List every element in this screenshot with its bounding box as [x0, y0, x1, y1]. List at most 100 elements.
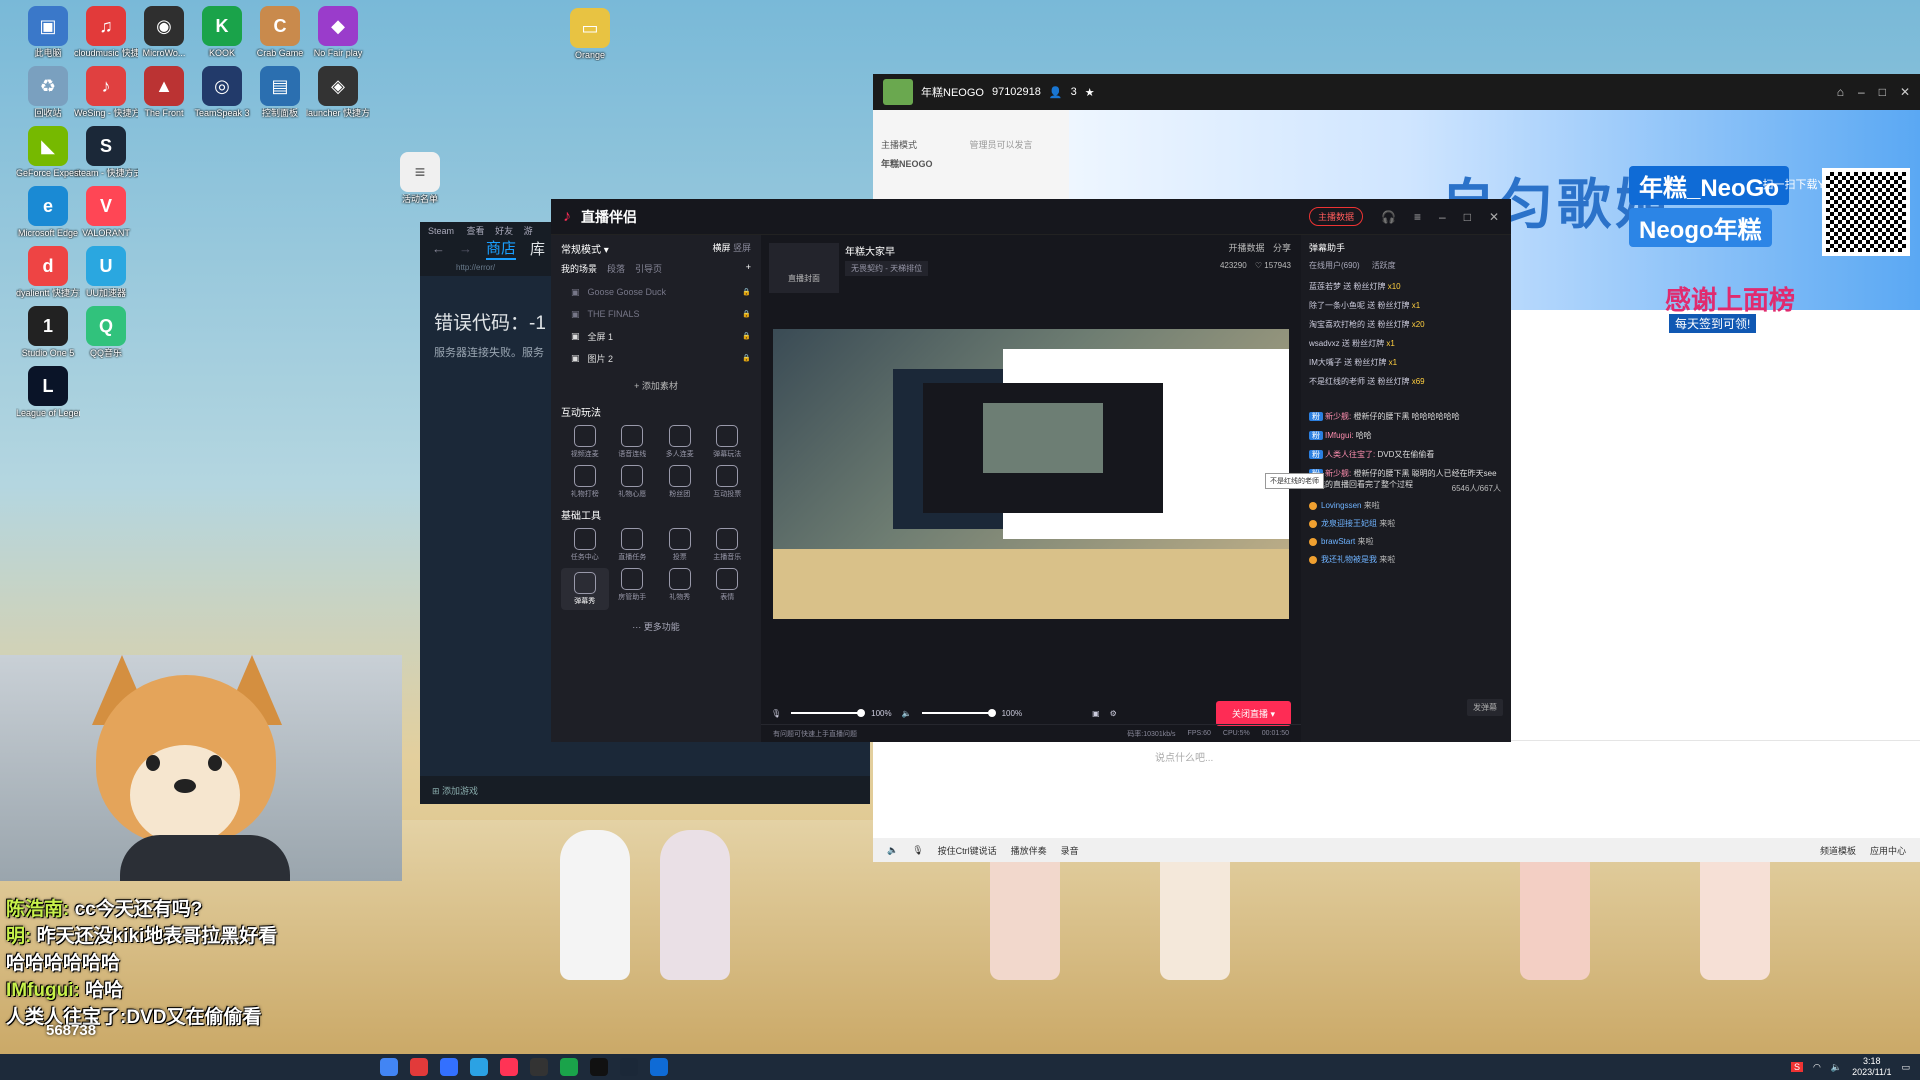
tool-button[interactable]: 弹幕玩法	[704, 425, 752, 459]
tab-my-scenes[interactable]: 我的场景	[561, 262, 597, 275]
minimize-icon[interactable]: –	[1858, 85, 1865, 99]
speaker-icon[interactable]: 🔈	[887, 845, 898, 856]
enter-user[interactable]: 我还礼物被是我	[1321, 555, 1379, 564]
message-input[interactable]: 说点什么吧...	[1069, 740, 1920, 838]
share-button[interactable]: 分享	[1273, 243, 1291, 253]
desktop-icon[interactable]: K KOOK	[190, 6, 254, 59]
tool-button[interactable]: 语音连线	[609, 425, 657, 459]
room-title[interactable]: 年糕大家早	[845, 243, 895, 258]
tool-button[interactable]: 表情	[704, 568, 752, 610]
speaker-slider[interactable]	[921, 709, 996, 717]
tab-online-users[interactable]: 在线用户(690)	[1309, 260, 1360, 271]
desktop-icon[interactable]: ◣ GeForce Experience	[16, 126, 80, 179]
music-button[interactable]: 播放伴奏	[1011, 844, 1047, 857]
mic-icon[interactable]: 🎙	[912, 845, 923, 856]
mode-label[interactable]: 主播模式	[881, 140, 917, 150]
desktop-icon[interactable]: ♫ cloudmusic 快捷方式	[74, 6, 138, 59]
steam-icon[interactable]	[620, 1058, 638, 1076]
tool-button[interactable]: 任务中心	[561, 528, 609, 562]
tool-button[interactable]: 互动投票	[704, 465, 752, 499]
desktop-icon[interactable]: ◈ launcher 快捷方式	[306, 66, 370, 119]
mic-slider-knob[interactable]	[857, 709, 866, 717]
record-button[interactable]: 录音	[1061, 844, 1079, 857]
desktop-icon[interactable]: ♻ 回收站	[16, 66, 80, 119]
forward-arrow-icon[interactable]: →	[459, 241, 472, 256]
source-item[interactable]: ▣ THE FINALS 🔒	[561, 303, 751, 325]
minimize-icon[interactable]: –	[1439, 210, 1446, 224]
stream-preview[interactable]	[773, 329, 1289, 619]
desktop-text-file[interactable]: ≡ 活动名单	[388, 152, 452, 205]
tool-button[interactable]: 视频连麦	[561, 425, 609, 459]
desktop-icon[interactable]: ◎ TeamSpeak 3	[190, 66, 254, 119]
ptt-toggle[interactable]: 按住Ctrl键说话	[938, 844, 997, 857]
close-icon[interactable]: ✕	[1489, 210, 1499, 224]
chat-user[interactable]: 新少舰:	[1325, 469, 1353, 478]
kook-icon[interactable]	[560, 1058, 578, 1076]
netease-music-icon[interactable]	[410, 1058, 428, 1076]
desktop-icon[interactable]: e Microsoft Edge	[16, 186, 80, 239]
desktop-icon[interactable]: U UU加速器	[74, 246, 138, 299]
tab-store[interactable]: 商店	[486, 237, 517, 260]
template-button[interactable]: 频道模板	[1820, 844, 1856, 857]
desktop-icon[interactable]: 1 Studio One 5	[16, 306, 80, 359]
sub-channel[interactable]: 年糕NEOGO	[881, 157, 1061, 170]
tool-button[interactable]: 房管助手	[609, 568, 657, 610]
send-danmaku-button[interactable]: 发弹幕	[1467, 699, 1503, 716]
desktop-icon[interactable]: Q QQ音乐	[74, 306, 138, 359]
source-item[interactable]: ▣ Goose Goose Duck 🔒	[561, 281, 751, 303]
stop-live-button[interactable]: 关闭直播 ▾	[1215, 700, 1291, 726]
wesing-icon[interactable]	[500, 1058, 518, 1076]
chat-user[interactable]: IMfugui:	[1325, 431, 1356, 440]
lock-icon[interactable]: 🔒	[742, 310, 751, 318]
add-scene-icon[interactable]: +	[746, 262, 751, 275]
streamer-data-button[interactable]: 主播数据	[1309, 207, 1364, 226]
tool-button[interactable]: 弹幕秀	[561, 568, 609, 610]
enter-user[interactable]: brawStart	[1321, 537, 1357, 546]
volume-icon[interactable]: 🔈	[1831, 1062, 1842, 1073]
tool-button[interactable]: 礼物心愿	[609, 465, 657, 499]
tab-guide[interactable]: 引导页	[635, 262, 662, 275]
tool-button[interactable]: 多人连麦	[656, 425, 704, 459]
chrome-icon[interactable]	[380, 1058, 398, 1076]
maximize-icon[interactable]: □	[1464, 210, 1471, 224]
source-item[interactable]: ▣ 图片 2 🔒	[561, 347, 751, 369]
lock-icon[interactable]: 🔒	[742, 332, 751, 340]
cover-upload[interactable]: 直播封面	[769, 243, 839, 293]
chat-user[interactable]: 人类人往宝了:	[1325, 450, 1377, 459]
desktop-icon[interactable]: d dyalientt 快捷方式	[16, 246, 80, 299]
douyin-icon[interactable]	[590, 1058, 608, 1076]
desktop-icon[interactable]: ♪ WeSing - 快捷方式	[74, 66, 138, 119]
settings-icon[interactable]: ⚙	[1110, 709, 1117, 718]
add-game-button[interactable]: ⊞ 添加游戏	[420, 776, 870, 804]
desktop-icon[interactable]: ◆ No Fair play	[306, 6, 370, 59]
desktop-icon[interactable]: ◉ MicroWo...	[132, 6, 196, 59]
tool-button[interactable]: 粉丝团	[656, 465, 704, 499]
close-icon[interactable]: ✕	[1900, 85, 1910, 99]
speaker-slider-knob[interactable]	[987, 709, 996, 717]
desktop-icon[interactable]: ▣ 此电脑	[16, 6, 80, 59]
source-item[interactable]: ▣ 全屏 1 🔒	[561, 325, 751, 347]
lock-icon[interactable]: 🔒	[742, 288, 751, 296]
more-features-button[interactable]: ··· 更多功能	[561, 620, 751, 633]
input-method-icon[interactable]: S	[1791, 1062, 1804, 1072]
mic-icon[interactable]: 🎙	[771, 709, 781, 718]
tool-button[interactable]: 直播任务	[609, 528, 657, 562]
mode-select[interactable]: 常规模式 ▾	[561, 241, 609, 256]
mic-slider[interactable]	[791, 709, 866, 717]
add-source-button[interactable]: + 添加素材	[561, 379, 751, 392]
app-center-button[interactable]: 应用中心	[1870, 844, 1906, 857]
camera-icon[interactable]: ▣	[1092, 709, 1100, 718]
maximize-icon[interactable]: □	[1879, 85, 1886, 99]
open-widget[interactable]: 开播数据	[1228, 243, 1264, 253]
enter-user[interactable]: 龙泉迎接王妃组	[1321, 519, 1379, 528]
obs-icon[interactable]	[530, 1058, 548, 1076]
speaker-icon[interactable]: 🔈	[902, 709, 912, 718]
lock-icon[interactable]: 🔒	[742, 354, 751, 362]
enter-user[interactable]: Lovingssen	[1321, 501, 1364, 510]
status-hint[interactable]: 有问题可快速上手直播问题	[773, 729, 857, 739]
tool-button[interactable]: 主播音乐	[704, 528, 752, 562]
desktop-icon[interactable]: ▲ The Front	[132, 66, 196, 119]
wifi-icon[interactable]: ◠	[1813, 1062, 1821, 1073]
tab-segments[interactable]: 段落	[607, 262, 625, 275]
headset-icon[interactable]: 🎧	[1381, 210, 1396, 224]
